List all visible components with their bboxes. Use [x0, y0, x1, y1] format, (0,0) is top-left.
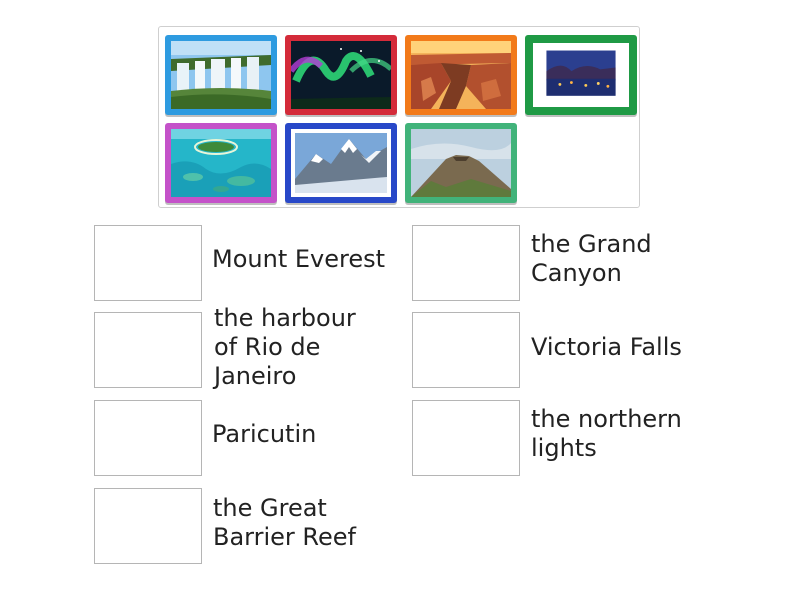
snowy-mountain-photo-icon	[291, 129, 391, 197]
aurora-photo-icon	[291, 41, 391, 109]
drop-slot-grand-canyon[interactable]	[412, 225, 520, 301]
image-tray	[158, 26, 640, 208]
drop-slot-mount-everest[interactable]	[94, 225, 202, 301]
drop-slot-rio-harbour[interactable]	[94, 312, 202, 388]
image-tile-waterfall[interactable]	[165, 35, 277, 115]
drop-slot-northern-lights[interactable]	[412, 400, 520, 476]
answer-label-great-barrier-reef: the Great Barrier Reef	[213, 494, 356, 551]
answer-label-northern-lights: the northern lights	[531, 405, 682, 462]
answer-label-victoria-falls: Victoria Falls	[531, 333, 682, 361]
drop-slot-paricutin[interactable]	[94, 400, 202, 476]
city-harbour-photo-icon	[533, 43, 629, 107]
image-tile-mountain[interactable]	[285, 123, 397, 203]
image-tile-canyon[interactable]	[405, 35, 517, 115]
answer-label-grand-canyon: the Grand Canyon	[531, 230, 652, 287]
answer-label-mount-everest: Mount Everest	[212, 245, 386, 273]
waterfall-photo-icon	[171, 41, 271, 109]
drop-slot-victoria-falls[interactable]	[412, 312, 520, 388]
image-tile-reef[interactable]	[165, 123, 277, 203]
canyon-photo-icon	[411, 41, 511, 109]
volcano-photo-icon	[411, 129, 511, 197]
drop-slot-great-barrier-reef[interactable]	[94, 488, 202, 564]
image-tile-volcano[interactable]	[405, 123, 517, 203]
answer-label-rio-harbour: the harbour of Rio de Janeiro	[214, 304, 356, 390]
reef-island-photo-icon	[171, 129, 271, 197]
image-tile-harbour[interactable]	[525, 35, 637, 115]
image-tile-aurora[interactable]	[285, 35, 397, 115]
answer-label-paricutin: Paricutin	[212, 420, 317, 448]
